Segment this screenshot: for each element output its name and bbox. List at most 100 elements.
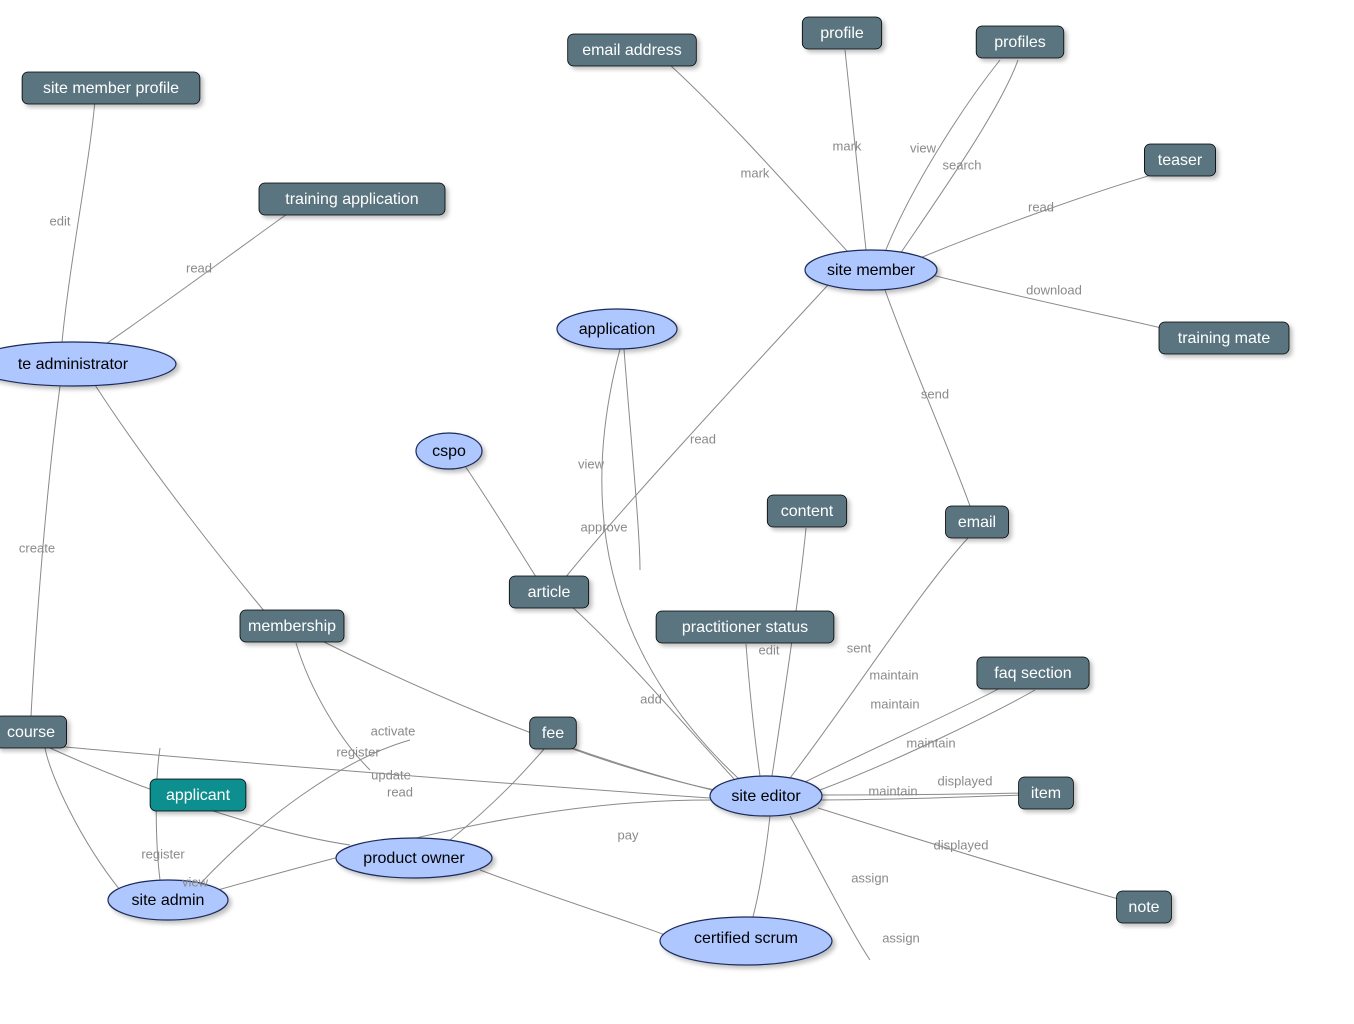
edge-site_administrator-membership xyxy=(95,385,265,612)
node-membership[interactable]: membership xyxy=(240,610,344,642)
edge-label-create: create xyxy=(19,540,55,555)
node-label-fee: fee xyxy=(542,725,564,742)
node-fee[interactable]: fee xyxy=(530,717,577,749)
node-cspo[interactable]: cspo xyxy=(416,433,482,469)
node-label-email_address: email address xyxy=(582,42,682,59)
node-label-product_owner: product owner xyxy=(363,850,465,867)
edge-site_administrator-training_application xyxy=(100,212,290,348)
edge-cspo-article2 xyxy=(465,466,538,580)
edge-label-register: register xyxy=(141,846,185,861)
edge-label-read: read xyxy=(690,431,716,446)
edge-application-site_editor xyxy=(602,349,740,780)
node-email_address[interactable]: email address xyxy=(568,34,697,66)
graph-canvas[interactable]: site member profile training application e… xyxy=(0,0,1354,1024)
node-label-teaser: teaser xyxy=(1158,152,1203,169)
edge-label-assign: assign xyxy=(851,870,889,885)
edge-label-maintain: maintain xyxy=(868,783,917,798)
edge-product_owner-certified xyxy=(480,870,665,935)
node-site_member[interactable]: site member xyxy=(805,250,937,290)
edge-label-displayed: displayed xyxy=(938,773,993,788)
node-site_administrator[interactable]: te administrator xyxy=(0,342,176,386)
node-label-article: article xyxy=(528,584,571,601)
node-label-email: email xyxy=(958,514,996,531)
edge-label-read: read xyxy=(186,260,212,275)
edge-label-send: send xyxy=(921,386,949,401)
edge-label-edit: edit xyxy=(50,213,71,228)
node-label-item: item xyxy=(1031,785,1061,802)
node-profiles[interactable]: profiles xyxy=(976,26,1064,58)
edge-site_editor-certified_scrum xyxy=(752,816,770,920)
edge-label-view: view xyxy=(578,456,605,471)
node-label-faq_section: faq section xyxy=(994,665,1071,682)
node-application[interactable]: application xyxy=(557,309,677,349)
node-label-training_materials: training mate xyxy=(1178,330,1271,347)
node-label-certified_scrum: certified scrum xyxy=(694,930,798,947)
node-label-application: application xyxy=(579,321,656,338)
node-label-membership: membership xyxy=(248,618,336,635)
node-label-note: note xyxy=(1128,899,1159,916)
edge-label-maintain: maintain xyxy=(869,667,918,682)
node-training_application[interactable]: training application xyxy=(259,183,445,215)
node-label-profile: profile xyxy=(820,25,864,42)
node-practitioner_status[interactable]: practitioner status xyxy=(656,611,834,643)
node-article[interactable]: article xyxy=(509,576,588,608)
node-label-content: content xyxy=(781,503,834,520)
edge-label-activate: activate xyxy=(371,723,416,738)
node-label-site_admin: site admin xyxy=(132,892,205,909)
node-label-site_member: site member xyxy=(827,262,916,279)
edge-product_owner-fee xyxy=(450,748,545,840)
node-teaser[interactable]: teaser xyxy=(1144,144,1215,176)
node-training_materials[interactable]: training mate xyxy=(1159,322,1289,354)
edge-label-mark: mark xyxy=(833,138,862,153)
node-label-site_administrator: te administrator xyxy=(18,356,129,373)
edge-label-displayed: displayed xyxy=(934,837,989,852)
edge-site_editor-item2 xyxy=(820,795,1025,800)
node-email[interactable]: email xyxy=(946,506,1009,538)
node-label-site_member_profile: site member profile xyxy=(43,80,179,97)
node-label-training_application: training application xyxy=(285,191,418,208)
edge-label-download: download xyxy=(1026,282,1082,297)
edge-site_admin-course3 xyxy=(45,748,120,890)
edge-site_member-profiles_view xyxy=(885,60,1000,252)
node-site_admin[interactable]: site admin xyxy=(108,880,228,920)
node-site_member_profile[interactable]: site member profile xyxy=(22,72,200,104)
node-note[interactable]: note xyxy=(1117,891,1172,923)
edge-label-mark: mark xyxy=(741,165,770,180)
edge-label-sent: sent xyxy=(847,640,872,655)
node-certified_scrum[interactable]: certified scrum xyxy=(660,917,832,965)
node-faq_section[interactable]: faq section xyxy=(977,657,1089,689)
edge-label-assign: assign xyxy=(882,930,920,945)
edge-label-update: update xyxy=(371,767,411,782)
edge-application-approve xyxy=(624,349,640,570)
edge-site_member-teaser xyxy=(920,174,1155,258)
node-content[interactable]: content xyxy=(767,495,846,527)
edge-site_editor-note xyxy=(818,808,1122,900)
edge-label-read: read xyxy=(387,784,413,799)
node-label-cspo: cspo xyxy=(432,443,466,460)
node-course[interactable]: course xyxy=(0,716,67,748)
node-label-applicant: applicant xyxy=(166,787,231,804)
edge-label-maintain: maintain xyxy=(870,696,919,711)
node-applicant[interactable]: applicant xyxy=(150,779,246,811)
node-profile[interactable]: profile xyxy=(802,17,881,49)
edge-site_editor-item xyxy=(820,793,1025,795)
edge-site_member-email_address xyxy=(670,65,848,252)
edge-label-search: search xyxy=(942,157,981,172)
node-label-site_editor: site editor xyxy=(731,788,801,805)
node-label-profiles: profiles xyxy=(994,34,1046,51)
node-label-practitioner_status: practitioner status xyxy=(682,619,808,636)
edge-label-view: view xyxy=(910,140,937,155)
edge-label-pay: pay xyxy=(618,827,639,842)
edge-site_editor-practitioner_status xyxy=(746,644,760,776)
node-item[interactable]: item xyxy=(1019,777,1074,809)
node-product_owner[interactable]: product owner xyxy=(336,838,492,878)
edge-label-register: register xyxy=(336,744,380,759)
node-site_editor[interactable]: site editor xyxy=(710,776,822,816)
node-label-course: course xyxy=(7,724,55,741)
edge-label-read: read xyxy=(1028,199,1054,214)
edge-label-view: view xyxy=(182,874,209,889)
edge-label-approve: approve xyxy=(581,519,628,534)
edge-label-maintain: maintain xyxy=(906,735,955,750)
edge-label-edit: edit xyxy=(759,642,780,657)
edge-label-add: add xyxy=(640,691,662,706)
